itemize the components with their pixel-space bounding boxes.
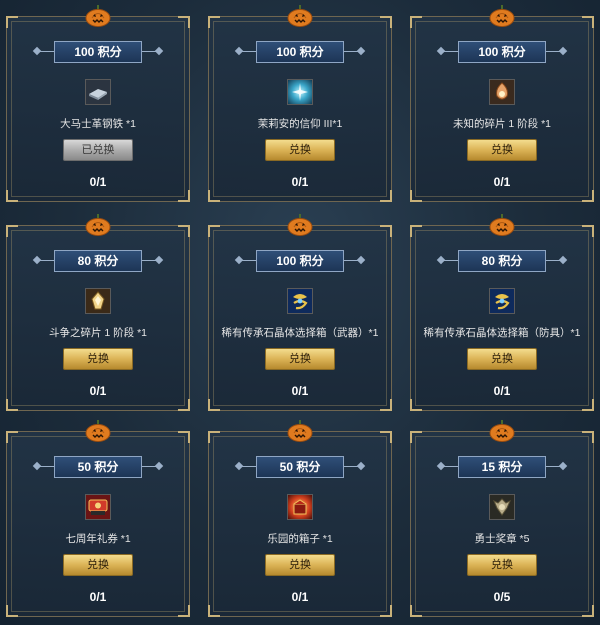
item-name: 斗争之碎片 1 阶段 *1 bbox=[48, 327, 148, 339]
item-name: 稀有传承石晶体选择箱（武器）*1 bbox=[221, 327, 379, 339]
exchange-card: 80 积分 斗争之碎片 1 阶段 *1 兑换 0/1 bbox=[6, 214, 190, 411]
points-cost: 100 积分 bbox=[256, 41, 344, 63]
exchange-button[interactable]: 兑换 bbox=[265, 348, 335, 370]
points-cost: 15 积分 bbox=[458, 456, 546, 478]
exchange-count: 0/1 bbox=[291, 590, 309, 604]
exchange-button[interactable]: 兑换 bbox=[63, 348, 133, 370]
pumpkin-icon bbox=[287, 5, 313, 27]
item-name: 稀有传承石晶体选择箱（防具）*1 bbox=[423, 327, 581, 339]
exchanged-button[interactable]: 已兑换 bbox=[63, 139, 133, 161]
exchange-card: 80 积分 稀有传承石晶体选择箱（防具）*1 兑换 0/1 bbox=[410, 214, 594, 411]
crystal-box-armor-icon bbox=[489, 288, 515, 314]
points-cost: 80 积分 bbox=[54, 250, 142, 272]
exchange-count: 0/1 bbox=[89, 175, 107, 189]
pumpkin-icon bbox=[489, 420, 515, 442]
steel-ingot-icon bbox=[85, 79, 111, 105]
pumpkin-icon bbox=[489, 5, 515, 27]
points-cost: 100 积分 bbox=[458, 41, 546, 63]
exchange-count: 0/1 bbox=[89, 590, 107, 604]
exchange-card: 50 积分 七周年礼券 *1 兑换 0/1 bbox=[6, 420, 190, 617]
exchange-button[interactable]: 兑换 bbox=[467, 139, 537, 161]
struggle-fragment-icon bbox=[85, 288, 111, 314]
exchange-grid: 100 积分 大马士革钢铁 *1 已兑换 0/1 100 积分 茉莉安的信仰 I… bbox=[0, 0, 600, 625]
exchange-card: 100 积分 未知的碎片 1 阶段 *1 兑换 0/1 bbox=[410, 5, 594, 202]
points-cost: 100 积分 bbox=[256, 250, 344, 272]
exchange-button[interactable]: 兑换 bbox=[265, 554, 335, 576]
unknown-fragment-icon bbox=[489, 79, 515, 105]
item-name: 乐园的箱子 *1 bbox=[267, 533, 333, 545]
faith-scroll-icon bbox=[287, 79, 313, 105]
item-name: 大马士革钢铁 *1 bbox=[60, 118, 136, 130]
warrior-medal-icon bbox=[489, 494, 515, 520]
pumpkin-icon bbox=[85, 420, 111, 442]
pumpkin-icon bbox=[85, 5, 111, 27]
exchange-button[interactable]: 兑换 bbox=[63, 554, 133, 576]
pumpkin-icon bbox=[489, 214, 515, 236]
pumpkin-icon bbox=[287, 420, 313, 442]
item-name: 未知的碎片 1 阶段 *1 bbox=[452, 118, 552, 130]
exchange-card: 15 积分 勇士奖章 *5 兑换 0/5 bbox=[410, 420, 594, 617]
exchange-count: 0/1 bbox=[493, 175, 511, 189]
exchange-card: 100 积分 茉莉安的信仰 III*1 兑换 0/1 bbox=[208, 5, 392, 202]
points-cost: 80 积分 bbox=[458, 250, 546, 272]
exchange-card: 100 积分 稀有传承石晶体选择箱（武器）*1 兑换 0/1 bbox=[208, 214, 392, 411]
exchange-count: 0/1 bbox=[493, 384, 511, 398]
exchange-card: 50 积分 乐园的箱子 *1 兑换 0/1 bbox=[208, 420, 392, 617]
points-cost: 50 积分 bbox=[256, 456, 344, 478]
exchange-count: 0/1 bbox=[89, 384, 107, 398]
points-cost: 100 积分 bbox=[54, 41, 142, 63]
paradise-box-icon bbox=[287, 494, 313, 520]
exchange-count: 0/1 bbox=[291, 175, 309, 189]
exchange-button[interactable]: 兑换 bbox=[265, 139, 335, 161]
coupon-icon bbox=[85, 494, 111, 520]
exchange-button[interactable]: 兑换 bbox=[467, 348, 537, 370]
item-name: 茉莉安的信仰 III*1 bbox=[257, 118, 343, 130]
exchange-card: 100 积分 大马士革钢铁 *1 已兑换 0/1 bbox=[6, 5, 190, 202]
points-cost: 50 积分 bbox=[54, 456, 142, 478]
exchange-count: 0/5 bbox=[493, 590, 511, 604]
crystal-box-weapon-icon bbox=[287, 288, 313, 314]
exchange-button[interactable]: 兑换 bbox=[467, 554, 537, 576]
item-name: 勇士奖章 *5 bbox=[474, 533, 530, 545]
pumpkin-icon bbox=[85, 214, 111, 236]
item-name: 七周年礼券 *1 bbox=[65, 533, 131, 545]
pumpkin-icon bbox=[287, 214, 313, 236]
exchange-count: 0/1 bbox=[291, 384, 309, 398]
